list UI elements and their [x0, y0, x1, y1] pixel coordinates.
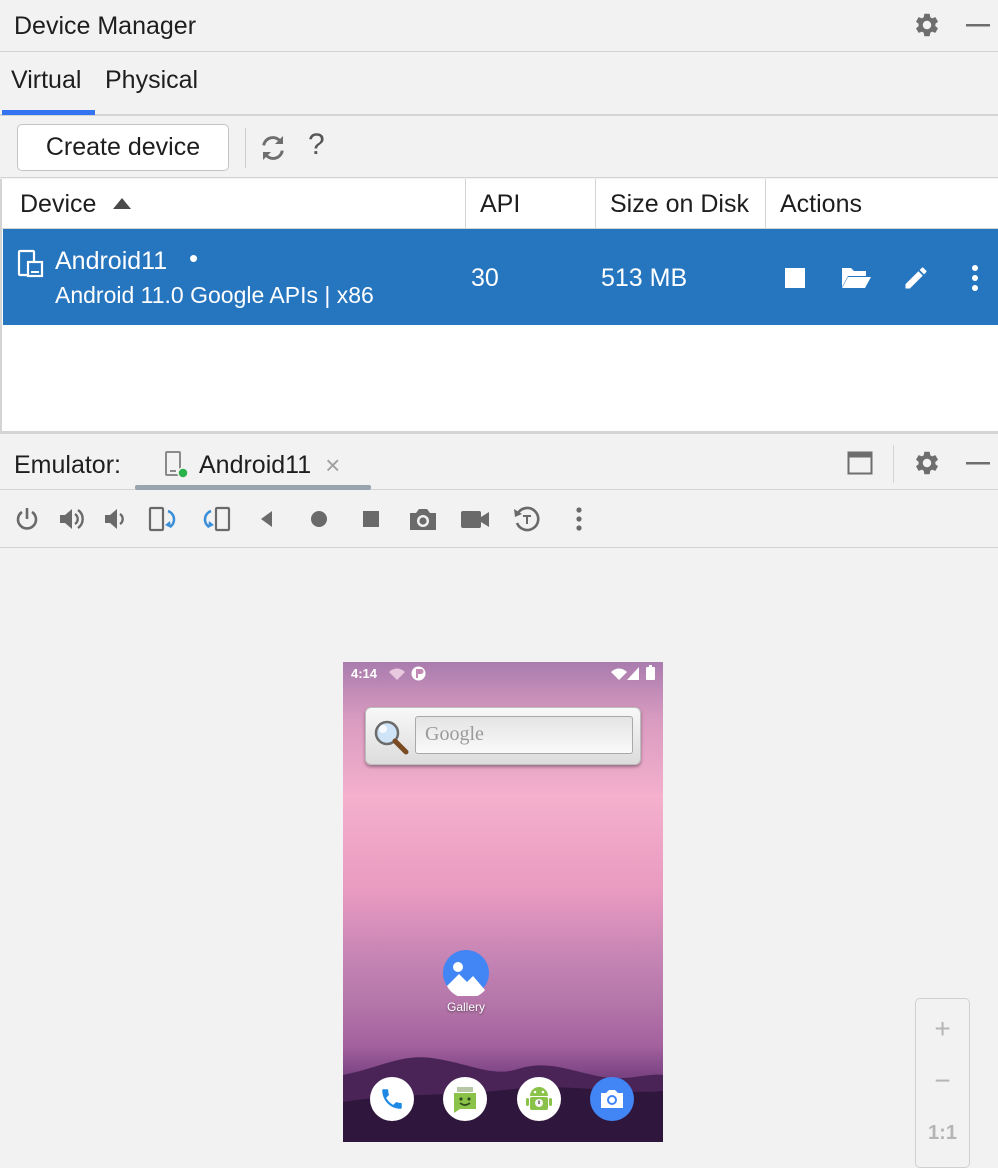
edit-icon[interactable] — [896, 258, 936, 298]
virtual-device-icon — [17, 249, 45, 279]
emulator-label: Emulator: — [14, 451, 121, 479]
app-gallery[interactable]: Gallery — [441, 950, 491, 1014]
phone-icon[interactable] — [370, 1077, 414, 1121]
emulator-tab-indicator — [135, 485, 371, 490]
header-separator — [893, 445, 894, 483]
screen-record-icon[interactable] — [459, 503, 491, 535]
device-manager-header: Device Manager — [0, 0, 998, 52]
battery-icon — [646, 665, 655, 680]
search-input[interactable]: Google — [415, 716, 633, 754]
tab-physical[interactable]: Physical — [105, 66, 198, 95]
snapshot-icon[interactable] — [511, 503, 543, 535]
home-icon[interactable] — [303, 503, 335, 535]
more-vert-icon[interactable] — [955, 258, 995, 298]
create-device-button[interactable]: Create device — [17, 124, 229, 171]
running-indicator: • — [189, 243, 199, 273]
device-toolbar: Create device ? — [0, 116, 998, 178]
zoom-in-button[interactable]: + — [916, 1003, 969, 1055]
window-mode-icon[interactable] — [845, 448, 875, 478]
column-header-actions: Actions — [780, 189, 862, 218]
emulator-toolbar — [0, 491, 998, 548]
device-size: 513 MB — [601, 264, 688, 292]
column-header-size[interactable]: Size on Disk — [610, 179, 749, 229]
sort-ascending-icon — [112, 197, 132, 211]
toolbar-separator — [245, 128, 246, 168]
selected-tab-indicator — [2, 110, 95, 115]
close-icon[interactable]: × — [325, 450, 340, 481]
back-icon[interactable] — [251, 503, 283, 535]
table-header: Device API Size on Disk Actions — [2, 179, 998, 229]
emulator-screen[interactable]: 4:14 Google Gallery — [343, 662, 663, 1142]
gallery-icon — [443, 950, 489, 996]
column-header-label: Device — [20, 189, 97, 218]
volume-down-icon[interactable] — [100, 503, 132, 535]
zoom-out-button[interactable]: − — [916, 1055, 969, 1107]
app-label: Gallery — [446, 1000, 485, 1014]
camera-icon[interactable] — [590, 1077, 634, 1121]
device-type-tabs: Virtual Physical — [0, 52, 998, 116]
power-icon[interactable] — [11, 503, 43, 535]
column-divider — [465, 179, 466, 229]
volume-up-icon[interactable] — [56, 503, 88, 535]
screenshot-icon[interactable] — [407, 503, 439, 535]
emulator-tab-label: Android11 — [199, 450, 312, 479]
folder-open-icon[interactable] — [836, 258, 876, 298]
minimize-icon[interactable] — [963, 448, 993, 478]
status-bar: 4:14 — [343, 662, 663, 686]
device-api: 30 — [471, 264, 499, 292]
device-manager-title: Device Manager — [14, 12, 197, 40]
gear-icon[interactable] — [912, 448, 942, 478]
overview-icon[interactable] — [355, 503, 387, 535]
emulator-tab-android11[interactable]: Android11 × — [163, 447, 340, 483]
tab-virtual[interactable]: Virtual — [11, 66, 81, 95]
gear-icon[interactable] — [912, 10, 942, 40]
messaging-icon[interactable] — [443, 1077, 487, 1121]
column-header-device[interactable]: Device — [20, 179, 132, 229]
minimize-icon[interactable] — [963, 10, 993, 40]
device-description: Android 11.0 Google APIs | x86 — [55, 282, 374, 308]
wifi-off-icon — [389, 668, 405, 680]
zoom-controls: + − 1:1 — [915, 998, 970, 1168]
signal-icon — [627, 667, 639, 680]
help-icon[interactable]: ? — [308, 128, 334, 168]
stop-icon[interactable] — [775, 258, 815, 298]
table-row[interactable]: Android11 • Android 11.0 Google APIs | x… — [3, 229, 998, 325]
android-icon[interactable] — [517, 1077, 561, 1121]
running-device-icon — [163, 450, 191, 480]
rotate-left-icon[interactable] — [148, 503, 180, 535]
status-time: 4:14 — [351, 666, 378, 681]
notification-icon — [411, 666, 426, 681]
emulator-header: Emulator: Android11 × — [0, 437, 998, 490]
actual-size-button[interactable]: 1:1 — [916, 1107, 969, 1159]
column-header-api[interactable]: API — [480, 179, 520, 229]
magnifier-icon — [372, 718, 410, 756]
more-vert-icon[interactable] — [563, 503, 595, 535]
wifi-icon — [611, 668, 627, 680]
google-search-widget[interactable]: Google — [365, 707, 641, 765]
device-table: Device API Size on Disk Actions Android1… — [0, 179, 998, 434]
rotate-right-icon[interactable] — [199, 503, 231, 535]
column-divider — [595, 179, 596, 229]
device-name: Android11 — [55, 247, 168, 275]
column-divider — [765, 179, 766, 229]
refresh-icon[interactable] — [257, 132, 289, 164]
